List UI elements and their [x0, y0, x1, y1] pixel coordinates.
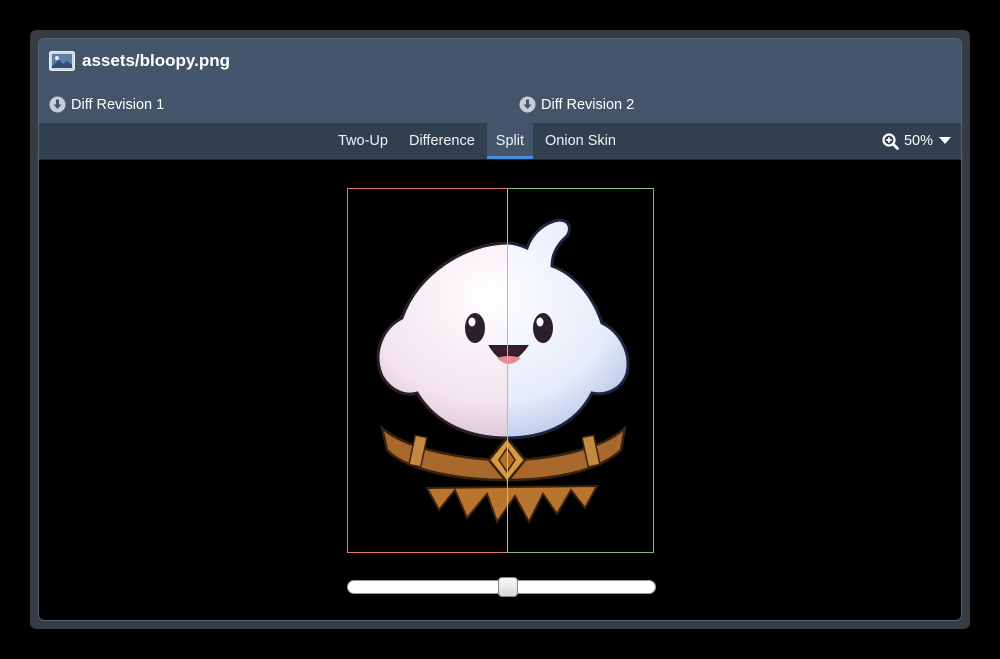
view-mode-toolbar: Two-Up Difference Split Onion Skin 50% [39, 123, 961, 160]
tab-difference[interactable]: Difference [400, 123, 484, 159]
file-name: assets/bloopy.png [82, 51, 230, 70]
split-divider[interactable] [507, 188, 508, 553]
zoom-in-icon [882, 132, 899, 150]
revision-1-bounds [347, 188, 507, 553]
image-diff-panel: assets/bloopy.png Diff Revision 1 Diff R… [38, 38, 962, 621]
revision-2-bounds [507, 188, 654, 553]
image-stage [39, 160, 961, 620]
view-mode-tabs: Two-Up Difference Split Onion Skin [329, 123, 628, 159]
caret-down-icon [939, 137, 951, 144]
download-circle-icon [519, 96, 536, 113]
split-slider[interactable] [347, 577, 656, 597]
diff-revision-1-label: Diff Revision 1 [71, 96, 165, 113]
file-header: assets/bloopy.png Diff Revision 1 Diff R… [39, 39, 961, 123]
tab-two-up[interactable]: Two-Up [329, 123, 397, 159]
zoom-dropdown[interactable]: 50% [882, 123, 951, 159]
tab-split[interactable]: Split [486, 123, 534, 159]
split-slider-thumb[interactable] [497, 577, 518, 597]
zoom-value: 50% [903, 133, 933, 149]
diff-viewer-frame: assets/bloopy.png Diff Revision 1 Diff R… [30, 30, 970, 629]
tab-onion-skin[interactable]: Onion Skin [536, 123, 625, 159]
diff-revision-1-link[interactable]: Diff Revision 1 [49, 96, 164, 113]
diff-revision-2-link[interactable]: Diff Revision 2 [519, 96, 634, 113]
image-file-icon [49, 51, 75, 71]
diff-revision-2-label: Diff Revision 2 [541, 96, 635, 113]
split-image-container [347, 188, 654, 553]
download-circle-icon [49, 96, 66, 113]
